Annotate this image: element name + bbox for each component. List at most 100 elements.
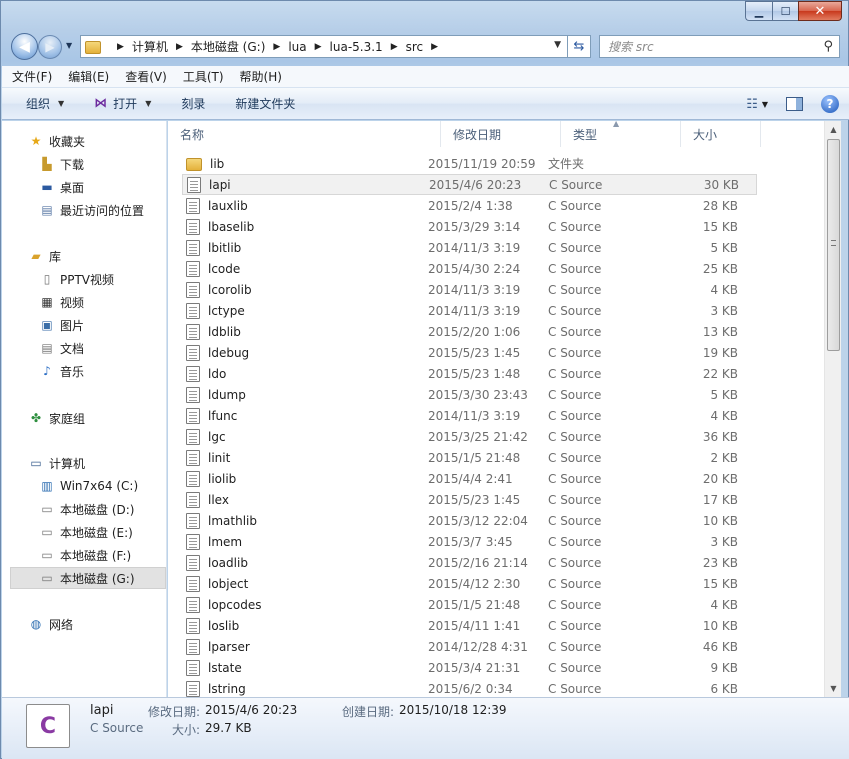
file-row[interactable]: ldo 2015/5/23 1:48 C Source 22 KB — [168, 363, 824, 384]
file-name-cell[interactable]: lmem — [168, 533, 428, 550]
file-row[interactable]: loslib 2015/4/11 1:41 C Source 10 KB — [168, 615, 824, 636]
menu-help[interactable]: 帮助(H) — [240, 68, 282, 85]
file-row[interactable]: loadlib 2015/2/16 21:14 C Source 23 KB — [168, 552, 824, 573]
file-row[interactable]: lbaselib 2015/3/29 3:14 C Source 15 KB — [168, 216, 824, 237]
nav-drive-e[interactable]: ▭ 本地磁盘 (E:) — [2, 521, 167, 543]
file-name-cell[interactable]: lopcodes — [168, 596, 428, 613]
maximize-button[interactable]: ☐ — [772, 1, 798, 21]
scroll-down-arrow[interactable]: ▼ — [825, 680, 842, 697]
file-row[interactable]: llex 2015/5/23 1:45 C Source 17 KB — [168, 489, 824, 510]
file-name-cell[interactable]: lauxlib — [168, 197, 428, 214]
nav-desktop[interactable]: ▬ 桌面 — [2, 176, 167, 198]
nav-computer[interactable]: ▭ 计算机 — [2, 452, 167, 474]
file-name-cell[interactable]: linit — [168, 449, 428, 466]
file-name-cell[interactable]: lbitlib — [168, 239, 428, 256]
back-button[interactable]: ◀ — [11, 33, 38, 60]
search-icon[interactable]: ⚲ — [823, 39, 833, 54]
open-button[interactable]: ⋈ 打开 ▼ — [94, 95, 151, 112]
file-row[interactable]: lauxlib 2015/2/4 1:38 C Source 28 KB — [168, 195, 824, 216]
forward-button[interactable]: ▶ — [38, 35, 62, 59]
file-row[interactable]: lfunc 2014/11/3 3:19 C Source 4 KB — [168, 405, 824, 426]
menu-edit[interactable]: 编辑(E) — [68, 68, 109, 85]
chevron-down-icon[interactable]: ▼ — [762, 100, 768, 109]
file-name-cell[interactable]: ldblib — [168, 323, 428, 340]
file-name-cell[interactable]: lobject — [168, 575, 428, 592]
file-row[interactable]: lopcodes 2015/1/5 21:48 C Source 4 KB — [168, 594, 824, 615]
nav-pictures[interactable]: ▣ 图片 — [2, 314, 167, 336]
new-folder-button[interactable]: 新建文件夹 — [235, 95, 295, 112]
preview-pane-icon[interactable] — [786, 97, 803, 111]
file-name-cell[interactable]: lparser — [168, 638, 428, 655]
column-header-size[interactable]: 大小 — [681, 121, 761, 147]
chevron-right-icon[interactable]: ▶ — [273, 42, 280, 52]
menu-view[interactable]: 查看(V) — [125, 68, 167, 85]
file-name-cell[interactable]: lbaselib — [168, 218, 428, 235]
breadcrumb-src[interactable]: src — [406, 40, 424, 54]
breadcrumb-lua[interactable]: lua — [288, 40, 306, 54]
file-name-cell[interactable]: ldo — [168, 365, 428, 382]
file-row[interactable]: ldump 2015/3/30 23:43 C Source 5 KB — [168, 384, 824, 405]
file-name-cell[interactable]: lapi — [183, 176, 429, 193]
file-name-cell[interactable]: loslib — [168, 617, 428, 634]
file-name-cell[interactable]: lcorolib — [168, 281, 428, 298]
nav-videos[interactable]: ▦ 视频 — [2, 291, 167, 313]
address-dropdown-icon[interactable]: ▼ — [554, 40, 561, 50]
nav-drive-g[interactable]: ▭ 本地磁盘 (G:) — [10, 567, 166, 589]
file-name-cell[interactable]: lstate — [168, 659, 428, 676]
burn-button[interactable]: 刻录 — [181, 95, 205, 112]
file-row[interactable]: linit 2015/1/5 21:48 C Source 2 KB — [168, 447, 824, 468]
chevron-right-icon[interactable]: ▶ — [315, 42, 322, 52]
recent-pages-dropdown[interactable]: ▼ — [66, 41, 72, 50]
file-row[interactable]: liolib 2015/4/4 2:41 C Source 20 KB — [168, 468, 824, 489]
nav-network[interactable]: ◍ 网络 — [2, 613, 167, 635]
file-name-cell[interactable]: lcode — [168, 260, 428, 277]
nav-drive-c[interactable]: ▥ Win7x64 (C:) — [2, 475, 167, 497]
file-name-cell[interactable]: lctype — [168, 302, 428, 319]
file-row[interactable]: lmathlib 2015/3/12 22:04 C Source 10 KB — [168, 510, 824, 531]
file-row[interactable]: lgc 2015/3/25 21:42 C Source 36 KB — [168, 426, 824, 447]
nav-music[interactable]: ♪ 音乐 — [2, 360, 167, 382]
breadcrumb-computer[interactable]: 计算机 — [132, 38, 168, 55]
file-name-cell[interactable]: ldebug — [168, 344, 428, 361]
nav-documents[interactable]: ▤ 文档 — [2, 337, 167, 359]
organize-button[interactable]: 组织 ▼ — [26, 95, 64, 112]
menu-file[interactable]: 文件(F) — [12, 68, 52, 85]
file-name-cell[interactable]: ldump — [168, 386, 428, 403]
nav-pptv-videos[interactable]: ▯ PPTV视频 — [2, 268, 167, 290]
scroll-up-arrow[interactable]: ▲ — [825, 121, 842, 138]
view-options-icon[interactable]: ☷ — [746, 97, 758, 112]
chevron-right-icon[interactable]: ▶ — [431, 42, 438, 52]
file-row[interactable]: lcorolib 2014/11/3 3:19 C Source 4 KB — [168, 279, 824, 300]
file-row[interactable]: lib 2015/11/19 20:59 文件夹 — [168, 153, 824, 174]
file-name-cell[interactable]: lstring — [168, 680, 428, 697]
chevron-right-icon[interactable]: ▶ — [391, 42, 398, 52]
address-bar[interactable]: ▶ 计算机 ▶ 本地磁盘 (G:) ▶ lua ▶ lua-5.3.1 ▶ sr… — [80, 35, 568, 58]
scrollbar-thumb[interactable] — [827, 139, 840, 351]
nav-homegroup[interactable]: ✤ 家庭组 — [2, 407, 167, 429]
breadcrumb-lua-531[interactable]: lua-5.3.1 — [330, 40, 383, 54]
file-name-cell[interactable]: lfunc — [168, 407, 428, 424]
refresh-button[interactable]: ⇆ — [568, 35, 591, 58]
menu-tools[interactable]: 工具(T) — [183, 68, 224, 85]
file-row[interactable]: lobject 2015/4/12 2:30 C Source 15 KB — [168, 573, 824, 594]
column-header-name[interactable]: 名称 — [168, 121, 441, 147]
chevron-right-icon[interactable]: ▶ — [176, 42, 183, 52]
file-row[interactable]: ldebug 2015/5/23 1:45 C Source 19 KB — [168, 342, 824, 363]
file-name-cell[interactable]: lmathlib — [168, 512, 428, 529]
help-icon[interactable]: ? — [821, 95, 839, 113]
nav-recent-places[interactable]: ▤ 最近访问的位置 — [2, 199, 167, 221]
column-header-date[interactable]: 修改日期 — [441, 121, 561, 147]
breadcrumb-drive-g[interactable]: 本地磁盘 (G:) — [191, 38, 266, 55]
file-row[interactable]: lctype 2014/11/3 3:19 C Source 3 KB — [168, 300, 824, 321]
file-row[interactable]: ldblib 2015/2/20 1:06 C Source 13 KB — [168, 321, 824, 342]
file-row[interactable]: lapi 2015/4/6 20:23 C Source 30 KB — [182, 174, 757, 195]
file-row[interactable]: lcode 2015/4/30 2:24 C Source 25 KB — [168, 258, 824, 279]
chevron-down-icon[interactable]: ▼ — [145, 99, 151, 108]
nav-downloads[interactable]: ▙ 下载 — [2, 153, 167, 175]
search-input[interactable]: 搜索 src ⚲ — [599, 35, 840, 58]
file-name-cell[interactable]: lib — [168, 156, 428, 171]
column-header-type[interactable]: ▲ 类型 — [561, 121, 681, 147]
file-row[interactable]: lstate 2015/3/4 21:31 C Source 9 KB — [168, 657, 824, 678]
nav-favorites[interactable]: ★ 收藏夹 — [2, 130, 167, 152]
nav-drive-f[interactable]: ▭ 本地磁盘 (F:) — [2, 544, 167, 566]
